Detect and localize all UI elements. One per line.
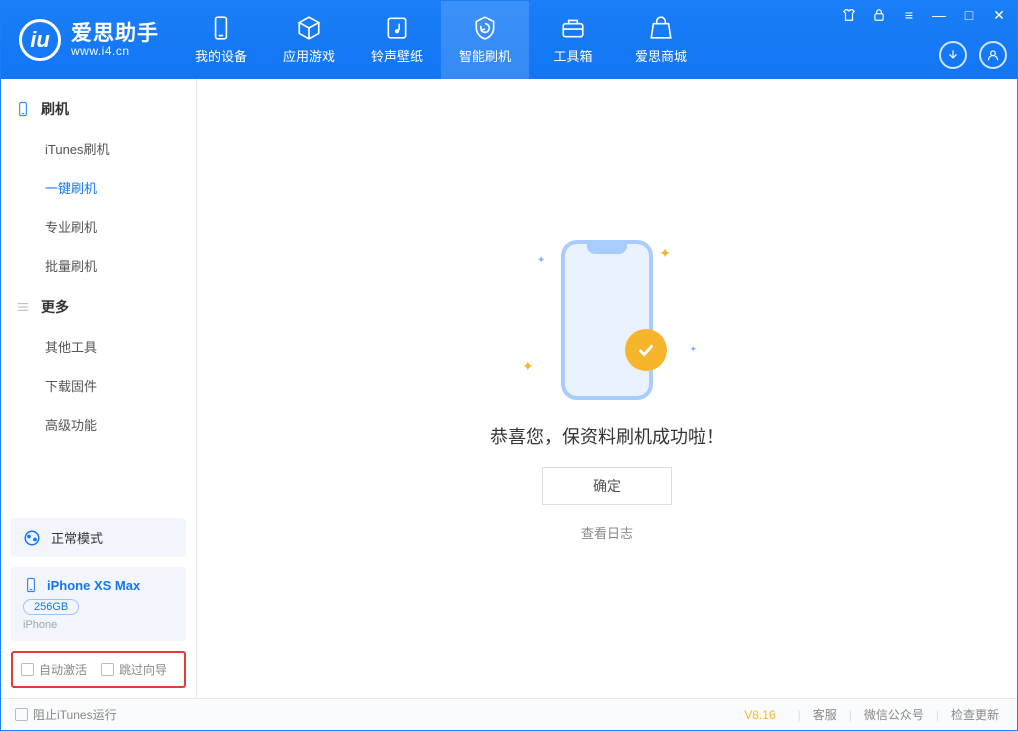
window-controls: ≡ — □ ✕ <box>841 7 1007 23</box>
device-type: iPhone <box>23 619 174 631</box>
device-name: iPhone XS Max <box>47 578 140 593</box>
status-icon <box>23 529 41 547</box>
link-update[interactable]: 检查更新 <box>947 706 1003 723</box>
user-controls <box>841 41 1007 69</box>
cube-icon <box>296 15 322 41</box>
main-content: ✦ ✦ ✦ ✦ 恭喜您，保资料刷机成功啦！ 确定 查看日志 <box>197 79 1017 698</box>
sparkle-icon: ✦ <box>522 358 534 375</box>
tab-media[interactable]: 铃声壁纸 <box>353 1 441 79</box>
nav-download-fw[interactable]: 下载固件 <box>1 366 196 405</box>
header-right: ≡ — □ ✕ <box>831 1 1017 79</box>
sparkle-icon: ✦ <box>689 344 697 355</box>
tab-label: 应用游戏 <box>283 46 335 65</box>
shirt-icon[interactable] <box>841 7 857 23</box>
app-window: iu 爱思助手 www.i4.cn 我的设备 应用游戏 铃声壁纸 智能刷机 <box>0 0 1018 731</box>
menu-icon[interactable]: ≡ <box>901 7 917 23</box>
tab-store[interactable]: 爱思商城 <box>617 1 705 79</box>
header: iu 爱思助手 www.i4.cn 我的设备 应用游戏 铃声壁纸 智能刷机 <box>1 1 1017 79</box>
tab-label: 铃声壁纸 <box>371 46 423 65</box>
status-card[interactable]: 正常模式 <box>11 518 186 557</box>
device-icon <box>208 15 234 41</box>
checkbox-block-itunes[interactable]: 阻止iTunes运行 <box>15 706 117 723</box>
sparkle-icon: ✦ <box>659 245 671 262</box>
tab-label: 智能刷机 <box>459 46 511 65</box>
body: 刷机 iTunes刷机 一键刷机 专业刷机 批量刷机 更多 其他工具 下载固件 … <box>1 79 1017 698</box>
tab-toolbox[interactable]: 工具箱 <box>529 1 617 79</box>
link-wechat[interactable]: 微信公众号 <box>860 706 928 723</box>
shield-icon <box>472 15 498 41</box>
nav-advanced[interactable]: 高级功能 <box>1 405 196 444</box>
success-illustration: ✦ ✦ ✦ ✦ <box>507 235 707 405</box>
nav-itunes-flash[interactable]: iTunes刷机 <box>1 129 196 168</box>
version-label: V8.16 <box>744 708 775 722</box>
tab-label: 我的设备 <box>195 46 247 65</box>
list-icon <box>15 299 31 315</box>
sidebar: 刷机 iTunes刷机 一键刷机 专业刷机 批量刷机 更多 其他工具 下载固件 … <box>1 79 197 698</box>
nav-other-tools[interactable]: 其他工具 <box>1 327 196 366</box>
checkbox-skip-guide[interactable]: 跳过向导 <box>101 661 167 678</box>
bag-icon <box>648 15 674 41</box>
tab-label: 爱思商城 <box>635 46 687 65</box>
user-button[interactable] <box>979 41 1007 69</box>
check-badge-icon <box>625 329 667 371</box>
device-card[interactable]: iPhone XS Max 256GB iPhone <box>11 567 186 641</box>
status-label: 正常模式 <box>51 528 103 547</box>
tab-apps[interactable]: 应用游戏 <box>265 1 353 79</box>
tab-device[interactable]: 我的设备 <box>177 1 265 79</box>
view-log-link[interactable]: 查看日志 <box>581 523 633 542</box>
section-more: 更多 <box>1 285 196 327</box>
logo: iu 爱思助手 www.i4.cn <box>1 1 177 79</box>
music-icon <box>384 15 410 41</box>
minimize-icon[interactable]: — <box>931 7 947 23</box>
link-support[interactable]: 客服 <box>809 706 841 723</box>
nav-pro-flash[interactable]: 专业刷机 <box>1 207 196 246</box>
device-storage: 256GB <box>23 599 79 615</box>
sparkle-icon: ✦ <box>537 255 545 266</box>
lock-icon[interactable] <box>871 7 887 23</box>
sidebar-bottom: 正常模式 iPhone XS Max 256GB iPhone <box>1 508 196 651</box>
confirm-button[interactable]: 确定 <box>542 467 672 505</box>
close-icon[interactable]: ✕ <box>991 7 1007 23</box>
success-message: 恭喜您，保资料刷机成功啦！ <box>490 423 724 449</box>
app-subtitle: www.i4.cn <box>71 45 159 58</box>
section-flash: 刷机 <box>1 87 196 129</box>
option-highlight-box: 自动激活 跳过向导 <box>11 651 186 688</box>
app-logo-icon: iu <box>19 19 61 61</box>
header-tabs: 我的设备 应用游戏 铃声壁纸 智能刷机 工具箱 爱思商城 <box>177 1 705 79</box>
checkbox-auto-activate[interactable]: 自动激活 <box>21 661 87 678</box>
download-button[interactable] <box>939 41 967 69</box>
toolbox-icon <box>560 15 586 41</box>
nav-one-click[interactable]: 一键刷机 <box>1 168 196 207</box>
phone-illustration <box>561 240 653 400</box>
tab-flash[interactable]: 智能刷机 <box>441 1 529 79</box>
phone-icon <box>15 101 31 117</box>
maximize-icon[interactable]: □ <box>961 7 977 23</box>
app-title: 爱思助手 <box>71 22 159 45</box>
phone-icon <box>23 577 39 593</box>
footer: 阻止iTunes运行 V8.16 | 客服 | 微信公众号 | 检查更新 <box>1 698 1017 730</box>
nav-batch-flash[interactable]: 批量刷机 <box>1 246 196 285</box>
tab-label: 工具箱 <box>553 46 592 65</box>
